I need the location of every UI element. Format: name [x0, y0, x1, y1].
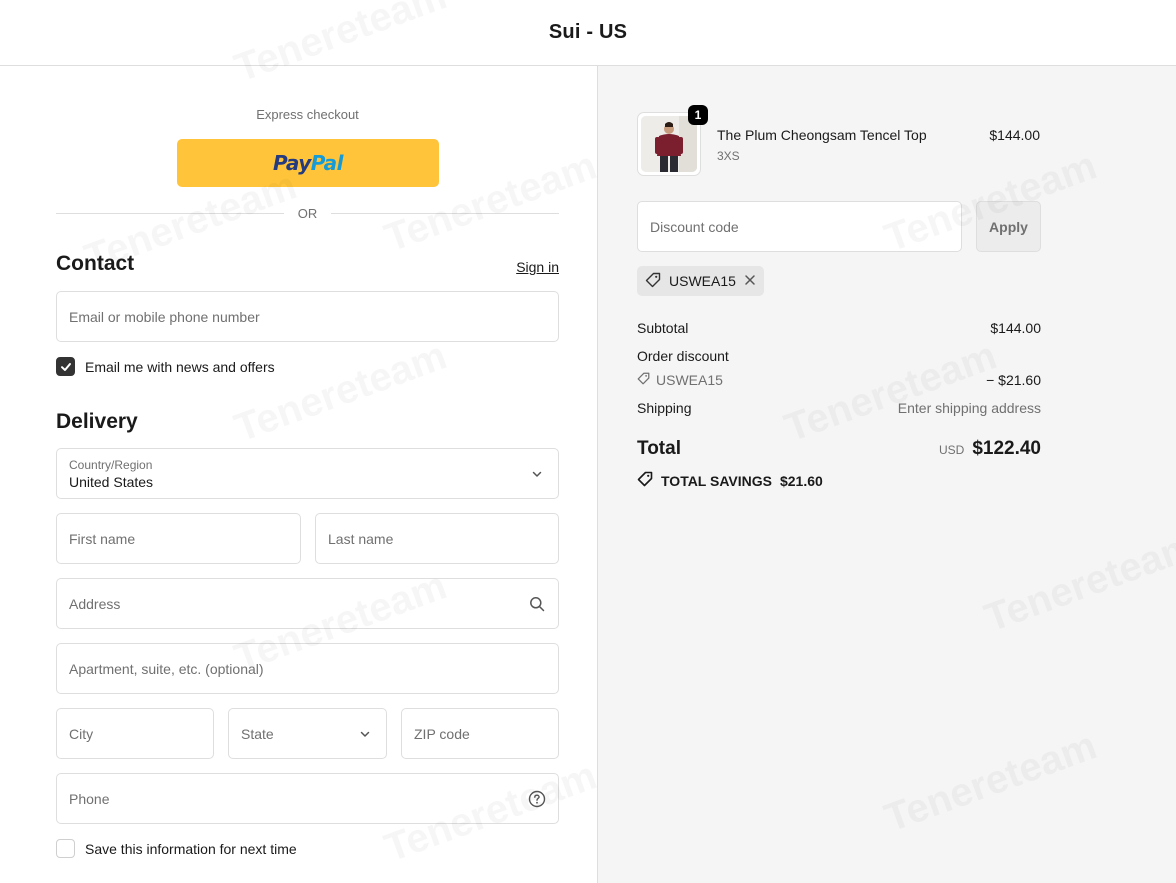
shipping-value: Enter shipping address [897, 400, 1041, 416]
total-savings: TOTAL SAVINGS $21.60 [637, 471, 823, 490]
store-title[interactable]: Sui - US [549, 21, 627, 44]
discount-code-row: USWEA15 − $21.60 [637, 372, 1041, 388]
address-field[interactable]: Address [56, 578, 559, 629]
discount-code-label: USWEA15 [656, 372, 723, 388]
apply-button[interactable]: Apply [976, 201, 1041, 252]
product-price: $144.00 [989, 127, 1040, 143]
discount-value: − $21.60 [986, 372, 1041, 388]
subtotal-value: $144.00 [990, 320, 1041, 336]
product-image [641, 116, 697, 172]
total-currency: USD [938, 443, 965, 457]
newsletter-checkbox-row[interactable]: Email me with news and offers [56, 357, 275, 376]
tag-icon [637, 471, 653, 490]
order-summary: 1 The Plum Cheongsam Tencel Top 3XS $144… [597, 66, 1176, 883]
first-name-field[interactable]: First name [56, 513, 301, 564]
order-discount-label: Order discount [637, 348, 729, 364]
contact-title: Contact [56, 252, 135, 275]
apartment-field[interactable]: Apartment, suite, etc. (optional) [56, 643, 559, 694]
save-info-checkbox[interactable] [56, 839, 75, 858]
paypal-logo: PayPal [272, 151, 344, 175]
delivery-title: Delivery [56, 410, 138, 433]
or-divider: OR [56, 206, 559, 221]
savings-label: TOTAL SAVINGS [661, 472, 772, 489]
check-icon [60, 362, 71, 371]
save-info-label: Save this information for next time [85, 840, 297, 857]
remove-code-icon[interactable] [744, 273, 756, 289]
last-name-field[interactable]: Last name [315, 513, 559, 564]
chevron-down-icon [528, 465, 546, 483]
shipping-row: Shipping Enter shipping address [637, 400, 1041, 416]
quantity-badge: 1 [688, 105, 708, 125]
paypal-button[interactable]: PayPal [177, 139, 439, 187]
chevron-down-icon [356, 725, 374, 743]
newsletter-checkbox[interactable] [56, 357, 75, 376]
total-label: Total [637, 438, 681, 459]
total-row: Total USD $122.40 [637, 438, 1041, 460]
country-select[interactable]: Country/Region United States [56, 448, 559, 499]
applied-code-label: USWEA15 [669, 273, 736, 289]
shipping-label: Shipping [637, 400, 692, 416]
total-value: $122.40 [972, 438, 1041, 459]
product-variant: 3XS [717, 149, 740, 163]
applied-code-chip: USWEA15 [637, 266, 764, 296]
header: Sui - US [0, 0, 1176, 66]
phone-field[interactable]: Phone [56, 773, 559, 824]
product-thumbnail: 1 [637, 105, 708, 176]
savings-value: $21.60 [779, 472, 823, 489]
sign-in-link[interactable]: Sign in [516, 259, 559, 275]
subtotal-label: Subtotal [637, 320, 689, 336]
zip-field[interactable]: ZIP code [401, 708, 559, 759]
product-name: The Plum Cheongsam Tencel Top [717, 127, 927, 143]
tag-icon [637, 372, 650, 388]
discount-code-input[interactable]: Discount code [637, 201, 962, 252]
checkout-form: Express checkout PayPal OR Contact Sign … [0, 66, 597, 883]
newsletter-label: Email me with news and offers [85, 358, 275, 375]
subtotal-row: Subtotal $144.00 [637, 320, 1041, 336]
search-icon[interactable] [528, 595, 546, 613]
save-info-checkbox-row[interactable]: Save this information for next time [56, 839, 297, 858]
state-select[interactable]: State [228, 708, 387, 759]
order-discount-row: Order discount [637, 348, 1041, 364]
email-field[interactable]: Email or mobile phone number [56, 291, 559, 342]
express-checkout-label: Express checkout [256, 107, 359, 122]
city-field[interactable]: City [56, 708, 214, 759]
help-icon[interactable] [528, 790, 546, 808]
tag-icon [645, 272, 661, 291]
